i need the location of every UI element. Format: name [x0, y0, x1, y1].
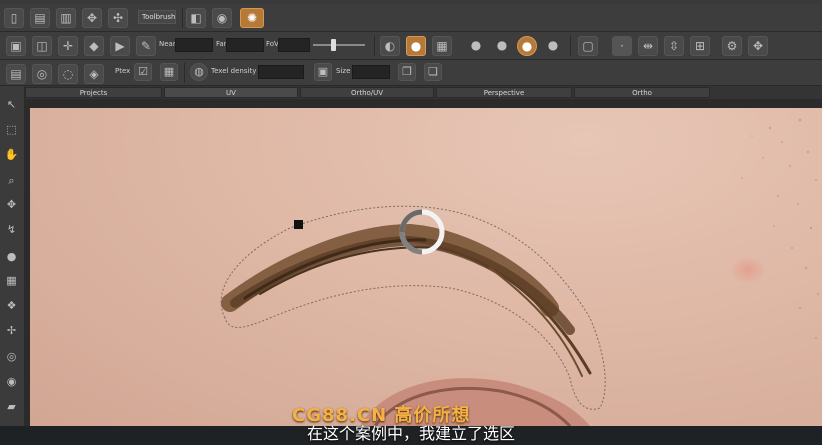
- symmetry-icon[interactable]: ✣: [108, 8, 128, 28]
- visibility-icon[interactable]: ◎: [32, 64, 52, 84]
- far-input[interactable]: [226, 38, 264, 52]
- eye-icon[interactable]: ◉: [212, 8, 232, 28]
- frame-icon[interactable]: ▣: [6, 36, 26, 56]
- viewport-canvas[interactable]: [30, 108, 822, 426]
- red-blemish: [730, 256, 766, 284]
- toolbar-main: ▯ ▤ ▥ ✥ ✣ Toolbrush ◧ ◉ ✺: [0, 4, 822, 32]
- curve-tool-icon[interactable]: ↯: [3, 221, 20, 238]
- new-file-icon[interactable]: ▯: [4, 8, 24, 28]
- smudge-icon[interactable]: ❖: [3, 297, 20, 314]
- gizmo-icon[interactable]: ◐: [380, 36, 400, 56]
- toolbrush-button[interactable]: Toolbrush: [138, 10, 176, 24]
- brush-icon[interactable]: ✎: [136, 36, 156, 56]
- shading-flat-icon[interactable]: ●: [466, 36, 486, 56]
- fill-drop-icon[interactable]: ●: [3, 248, 20, 265]
- sphere-paint-icon[interactable]: ●: [406, 36, 426, 56]
- eraser-icon[interactable]: ▰: [3, 398, 20, 415]
- shape-icon[interactable]: ◆: [84, 36, 104, 56]
- pivot-icon[interactable]: ✛: [58, 36, 78, 56]
- fov-slider-knob[interactable]: [331, 39, 336, 51]
- axis-y-icon[interactable]: ⇳: [664, 36, 684, 56]
- save-texture-icon[interactable]: ▣: [314, 63, 332, 81]
- copy-layer-icon[interactable]: ❐: [398, 63, 416, 81]
- play-icon[interactable]: ▶: [110, 36, 130, 56]
- eyebrow: [221, 223, 592, 377]
- pointer-settings-icon[interactable]: ✥: [748, 36, 768, 56]
- layers-icon[interactable]: ▤: [6, 64, 26, 84]
- marquee-select-icon[interactable]: ⬚: [3, 121, 20, 138]
- fov-slider[interactable]: [313, 44, 365, 46]
- mask-icon[interactable]: ◈: [84, 64, 104, 84]
- grid-icon[interactable]: ▦: [432, 36, 452, 56]
- near-input[interactable]: [175, 38, 213, 52]
- near-label: Near: [159, 40, 176, 48]
- axis-x-icon[interactable]: ⇹: [638, 36, 658, 56]
- hand-pan-icon[interactable]: ✋: [3, 146, 20, 163]
- move-icon[interactable]: ✥: [3, 196, 20, 213]
- size-input[interactable]: [352, 65, 390, 79]
- camera-icon[interactable]: ◧: [186, 8, 206, 28]
- select-arrow-icon[interactable]: ↖: [3, 96, 20, 113]
- tab-ortho[interactable]: Ortho: [574, 87, 710, 98]
- selection-handle: [294, 220, 303, 229]
- far-label: Far: [216, 40, 227, 48]
- open-file-icon[interactable]: ▤: [30, 8, 50, 28]
- cursor-settings-icon[interactable]: ⚙: [722, 36, 742, 56]
- pick-icon[interactable]: ✢: [3, 322, 20, 339]
- fov-label: FoV: [266, 40, 279, 48]
- tab-uv[interactable]: UV: [164, 87, 298, 98]
- left-toolbar: ↖ ⬚ ✋ ⌕ ✥ ↯ ● ▦ ❖ ✢ ◎ ◉ ▰: [0, 86, 25, 445]
- clone-icon[interactable]: ◉: [3, 373, 20, 390]
- transform-icon[interactable]: ✥: [82, 8, 102, 28]
- shading-matcap-icon[interactable]: ●: [543, 36, 563, 56]
- tab-projects[interactable]: Projects: [25, 87, 162, 98]
- shading-smooth-icon[interactable]: ●: [492, 36, 512, 56]
- tab-ortho-uv[interactable]: Ortho/UV: [300, 87, 434, 98]
- texel-density-input[interactable]: [258, 65, 304, 79]
- paste-layer-icon[interactable]: ❏: [424, 63, 442, 81]
- view-tabs: Projects UV Ortho/UV Perspective Ortho: [25, 86, 822, 99]
- save-file-icon[interactable]: ▥: [56, 8, 76, 28]
- texel-density-label: Texel density :: [211, 67, 261, 75]
- tab-perspective[interactable]: Perspective: [436, 87, 572, 98]
- toolbar-texture: ▤ ◎ ◌ ◈ Ptex ☑ ▦ ◍ Texel density : ▣ Siz…: [0, 60, 822, 86]
- screenshot-icon[interactable]: ◫: [32, 36, 52, 56]
- paint-viewport[interactable]: [30, 108, 822, 426]
- hide-icon[interactable]: ◌: [58, 64, 78, 84]
- skin-texture: [741, 118, 819, 339]
- checker-icon[interactable]: ▦: [3, 272, 20, 289]
- point-snap-icon[interactable]: ·: [612, 36, 632, 56]
- fov-input[interactable]: [278, 38, 310, 52]
- ptex-grid-icon[interactable]: ▦: [160, 63, 178, 81]
- paint-mode-icon[interactable]: ✺: [240, 8, 264, 28]
- target-icon[interactable]: ◎: [3, 348, 20, 365]
- ptex-checkbox[interactable]: ☑: [134, 63, 152, 81]
- ptex-label: Ptex: [115, 67, 131, 75]
- shading-material-icon[interactable]: ●: [517, 36, 537, 56]
- video-subtitle: 在这个案例中，我建立了选区: [306, 424, 515, 443]
- wireframe-icon[interactable]: ▢: [578, 36, 598, 56]
- axis-grid-icon[interactable]: ⊞: [690, 36, 710, 56]
- globe-icon[interactable]: ◍: [190, 63, 208, 81]
- zoom-icon[interactable]: ⌕: [3, 172, 20, 189]
- toolbar-view: ▣ ◫ ✛ ◆ ▶ ✎ Near Far FoV ◐ ● ▦ ● ● ● ● ▢…: [0, 32, 822, 60]
